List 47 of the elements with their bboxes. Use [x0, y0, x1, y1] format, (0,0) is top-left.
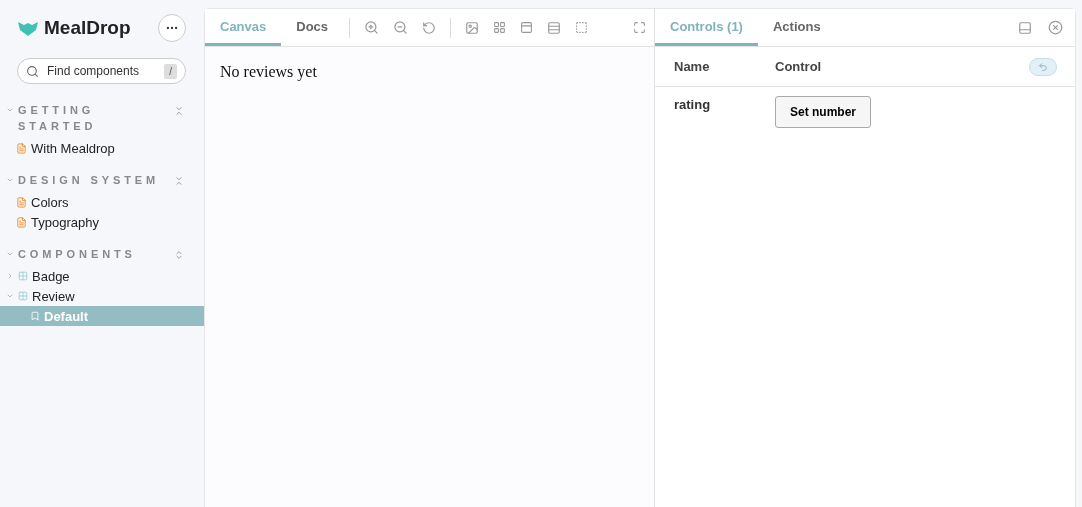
expand-icon[interactable]	[174, 250, 184, 260]
component-icon	[18, 291, 28, 301]
sidebar-item[interactable]: Review	[0, 286, 204, 306]
section-title[interactable]: GETTING STARTED	[18, 102, 168, 134]
sidebar-item[interactable]: Colors	[0, 192, 204, 212]
reset-zoom-icon[interactable]	[422, 20, 437, 35]
more-button[interactable]	[158, 14, 186, 42]
collapse-icon[interactable]	[174, 176, 184, 186]
caret-icon	[6, 106, 14, 114]
search-input[interactable]: Find components	[45, 63, 159, 79]
component-icon	[18, 271, 28, 281]
brand-name: MealDrop	[44, 17, 131, 39]
undo-icon	[1038, 61, 1048, 72]
document-icon	[16, 196, 27, 208]
sidebar-item[interactable]: Typography	[0, 212, 204, 232]
search-box[interactable]: Find components /	[17, 58, 186, 84]
grid-icon[interactable]	[493, 21, 507, 34]
caret-icon	[6, 272, 14, 280]
set-number-button[interactable]: Set number	[775, 96, 871, 128]
outline-icon[interactable]	[575, 21, 589, 34]
column-header: Control	[756, 47, 1029, 87]
sidebar-item[interactable]: Badge	[0, 266, 204, 286]
section-title[interactable]: COMPONENTS	[18, 246, 136, 262]
tab[interactable]: Docs	[281, 9, 344, 46]
table-cell-text: rating	[673, 96, 712, 114]
caret-icon	[6, 292, 14, 300]
tab[interactable]: Actions	[757, 9, 836, 46]
bookmark-icon	[30, 311, 40, 321]
section-title[interactable]: DESIGN SYSTEM	[18, 172, 160, 188]
shortcut-key: /	[164, 63, 177, 79]
sidebar-item[interactable]: With Mealdrop	[0, 138, 204, 158]
column-header: Name	[655, 47, 756, 87]
reset-button[interactable]	[1029, 57, 1057, 76]
zoom-out-icon[interactable]	[393, 20, 409, 35]
document-icon	[16, 142, 27, 154]
panel-icon[interactable]	[1018, 20, 1032, 35]
document-icon	[16, 216, 27, 228]
preview-text: No reviews yet	[219, 62, 318, 83]
caret-icon	[6, 250, 14, 258]
zoom-in-icon[interactable]	[364, 20, 380, 35]
fullscreen-icon[interactable]	[633, 21, 646, 34]
logo-icon	[18, 20, 38, 36]
close-icon[interactable]	[1048, 20, 1063, 35]
search-icon	[26, 64, 39, 78]
collapse-icon[interactable]	[174, 106, 184, 116]
caret-icon	[6, 176, 14, 184]
image-icon[interactable]	[465, 20, 480, 35]
